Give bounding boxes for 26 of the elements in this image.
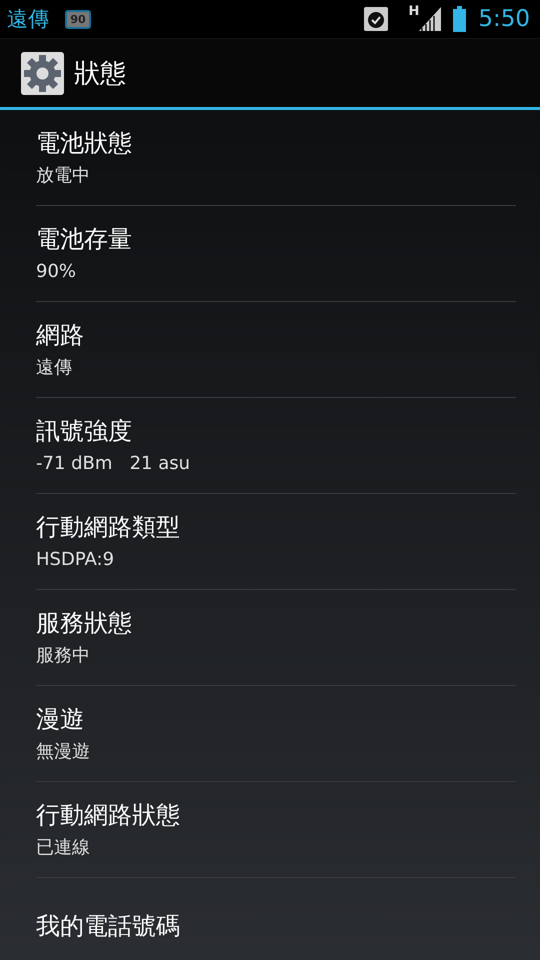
setting-value: -71 dBm 21 asu bbox=[36, 452, 190, 476]
setting-value: 已連線 bbox=[36, 836, 90, 860]
screen-title: 狀態 bbox=[74, 58, 126, 90]
battery-notification-badge: 90 bbox=[65, 10, 91, 28]
setting-value: 無漫遊 bbox=[36, 740, 90, 764]
clock-time: 5:50 bbox=[478, 6, 530, 32]
setting-title[interactable]: 服務狀態 bbox=[36, 608, 132, 638]
battery-icon bbox=[453, 6, 466, 32]
setting-value: 放電中 bbox=[36, 164, 90, 188]
setting-title[interactable]: 行動網路類型 bbox=[36, 512, 180, 542]
setting-value: 服務中 bbox=[36, 644, 90, 668]
signal-icon bbox=[419, 7, 442, 31]
alarm-clock-icon bbox=[364, 7, 388, 31]
settings-icon[interactable] bbox=[21, 52, 64, 94]
setting-value: HSDPA:9 bbox=[36, 548, 114, 572]
setting-title[interactable]: 我的電話號碼 bbox=[36, 911, 180, 941]
carrier-name: 遠傳 bbox=[7, 6, 49, 33]
setting-title[interactable]: 訊號強度 bbox=[36, 416, 132, 446]
setting-value: 90% bbox=[36, 260, 76, 284]
setting-title[interactable]: 漫遊 bbox=[36, 704, 84, 734]
setting-value: 遠傳 bbox=[36, 356, 72, 380]
setting-title[interactable]: 網路 bbox=[36, 320, 84, 350]
setting-title[interactable]: 電池狀態 bbox=[36, 128, 132, 158]
network-type: H bbox=[408, 4, 420, 19]
setting-title[interactable]: 電池存量 bbox=[36, 224, 132, 254]
setting-title[interactable]: 行動網路狀態 bbox=[36, 800, 180, 830]
